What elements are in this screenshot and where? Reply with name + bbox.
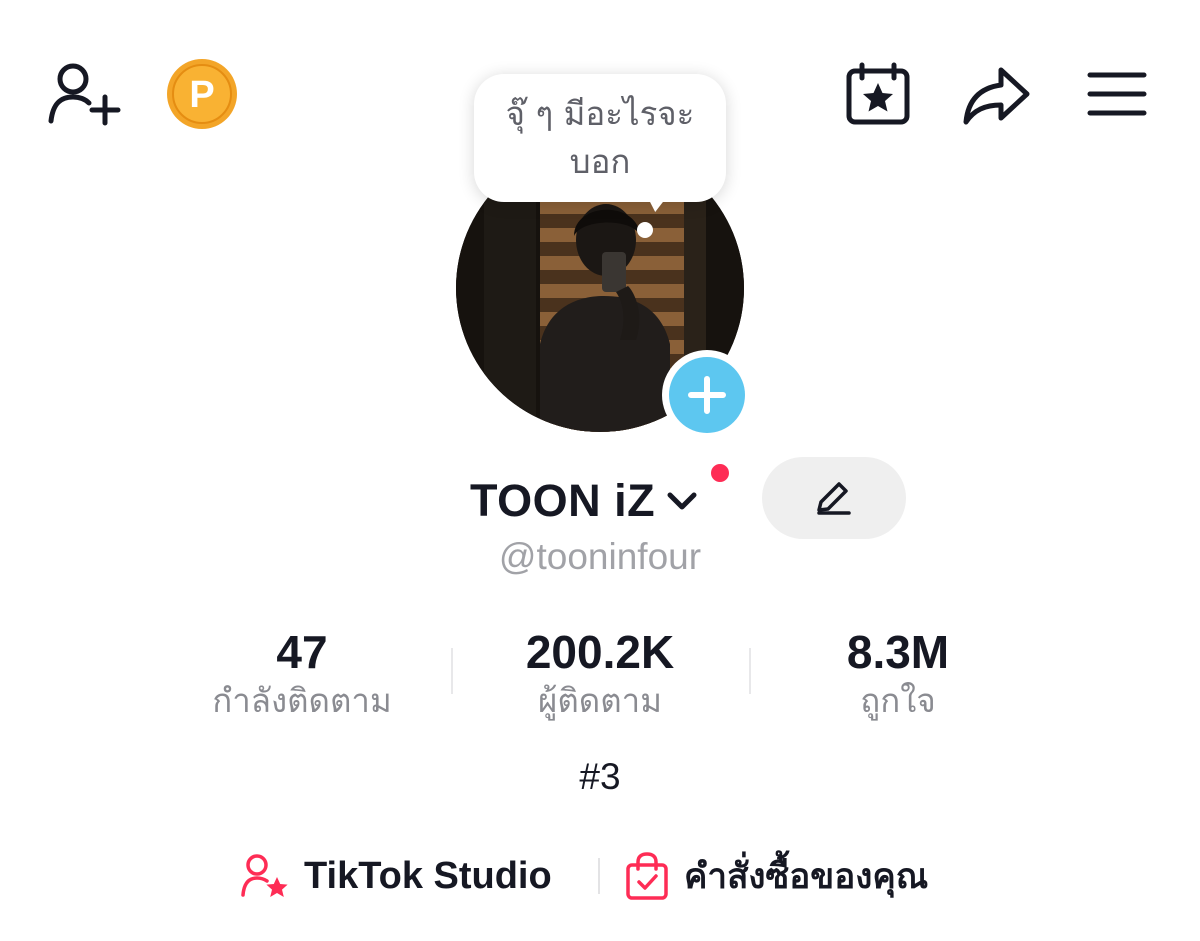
chevron-down-icon [665, 484, 699, 518]
following-label: กำลังติดตาม [212, 681, 392, 720]
notification-dot [708, 461, 732, 485]
link-divider [598, 858, 600, 894]
share-arrow-icon [963, 67, 1030, 125]
shopping-bag-check-icon [626, 852, 668, 900]
person-plus-icon [48, 63, 121, 126]
orders-link[interactable]: คำสั่งซื้อของคุณ [624, 846, 928, 906]
calendar-button[interactable] [840, 58, 916, 130]
stat-likes[interactable]: 8.3M ถูกใจ [748, 625, 1048, 723]
stat-following[interactable]: 47 กำลังติดตาม [152, 625, 452, 723]
stat-followers[interactable]: 200.2K ผู้ติดตาม [450, 625, 750, 723]
likes-label: ถูกใจ [860, 681, 936, 720]
person-star-icon [241, 854, 288, 897]
plus-icon [688, 376, 726, 414]
calendar-star-icon [846, 62, 910, 125]
hamburger-menu-icon [1087, 72, 1147, 116]
share-button[interactable] [958, 60, 1034, 130]
profile-page: P จุ๊ ๆ มีอะไรจะบอก TOON iZ @tooninfour … [0, 0, 1200, 941]
coin-icon: P [167, 59, 237, 129]
add-friend-button[interactable] [44, 58, 124, 130]
pencil-icon [817, 482, 851, 515]
coin-button[interactable]: P [166, 58, 238, 130]
tiktok-studio-link[interactable]: TikTok Studio [240, 846, 552, 906]
note-bubble-dot [637, 222, 653, 238]
following-count: 47 [276, 626, 328, 678]
note-bubble[interactable]: จุ๊ ๆ มีอะไรจะบอก [474, 74, 726, 202]
followers-count: 200.2K [525, 626, 675, 678]
edit-profile-button[interactable] [762, 457, 906, 539]
add-avatar-circle [669, 357, 745, 433]
username: @tooninfour [498, 536, 702, 577]
followers-label: ผู้ติดตาม [538, 681, 662, 720]
tiktok-studio-label: TikTok Studio [304, 854, 552, 897]
likes-count: 8.3M [846, 626, 950, 678]
name-switcher[interactable]: TOON iZ [470, 468, 699, 534]
menu-button[interactable] [1082, 62, 1152, 126]
bio-text: #3 [579, 756, 621, 797]
coin-letter: P [189, 74, 214, 116]
orders-label: คำสั่งซื้อของคุณ [684, 856, 929, 897]
add-avatar-button[interactable] [662, 350, 752, 440]
note-text: จุ๊ ๆ มีอะไรจะบอก [505, 94, 695, 181]
display-name: TOON iZ [470, 475, 656, 526]
